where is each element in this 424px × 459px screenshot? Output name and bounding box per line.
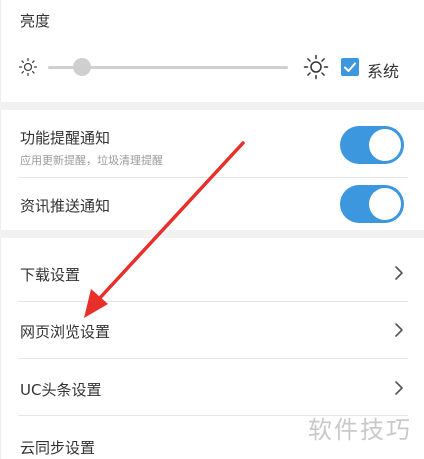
toggle-knob	[369, 188, 401, 220]
system-brightness-label: 系统	[367, 62, 400, 81]
function-notification-subtitle: 应用更新提醒，垃圾清理提醒	[20, 154, 163, 167]
brightness-slider-thumb[interactable]	[72, 58, 91, 76]
menu-item-cloud-sync-settings[interactable]: 云同步设置	[20, 437, 95, 458]
sun-small-icon	[18, 57, 38, 77]
section-divider	[0, 102, 424, 110]
chevron-right-icon	[395, 381, 403, 395]
menu-item-download-settings[interactable]: 下载设置	[20, 264, 80, 285]
row-divider	[18, 301, 408, 302]
menu-item-web-browsing-settings[interactable]: 网页浏览设置	[20, 321, 110, 342]
watermark-text: 软件技巧	[308, 416, 412, 444]
function-notification-title: 功能提醒通知	[20, 129, 111, 147]
section-divider	[0, 230, 424, 238]
row-divider	[18, 358, 408, 359]
row-divider	[18, 177, 408, 178]
function-notification-toggle[interactable]	[340, 126, 404, 164]
check-icon	[344, 62, 356, 72]
toggle-knob	[369, 129, 401, 161]
sun-large-icon	[303, 54, 329, 80]
news-notification-title: 资讯推送通知	[20, 197, 111, 215]
system-brightness-checkbox[interactable]	[341, 58, 359, 76]
chevron-right-icon	[395, 323, 403, 337]
chevron-right-icon	[395, 266, 403, 280]
news-notification-toggle[interactable]	[340, 185, 404, 223]
brightness-title: 亮度	[20, 12, 51, 30]
menu-item-uc-headline-settings[interactable]: UC头条设置	[20, 379, 101, 400]
